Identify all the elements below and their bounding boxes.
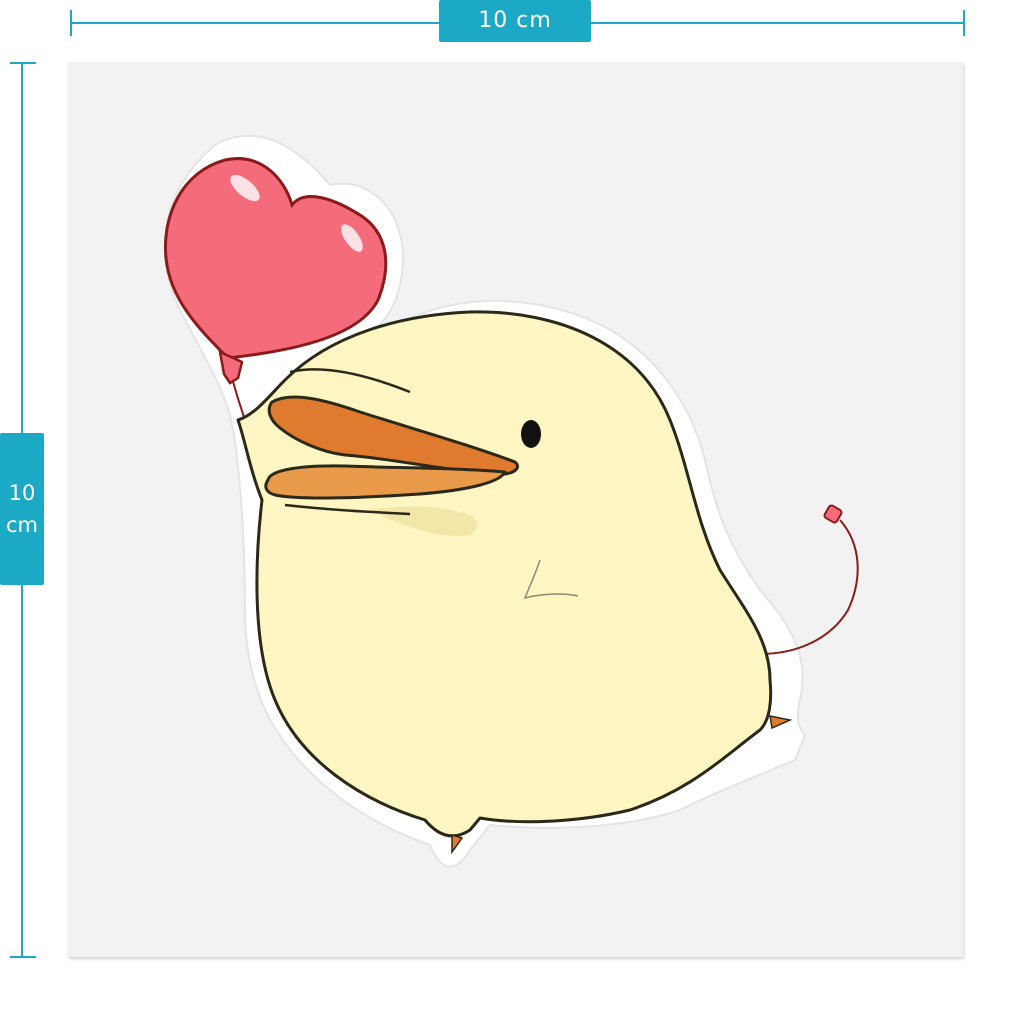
product-preview: 10 cm 10 cm [0,0,1024,1024]
duck-body [236,310,773,838]
duck-eye [521,420,541,448]
duck-with-heart-balloon-icon [163,134,859,868]
